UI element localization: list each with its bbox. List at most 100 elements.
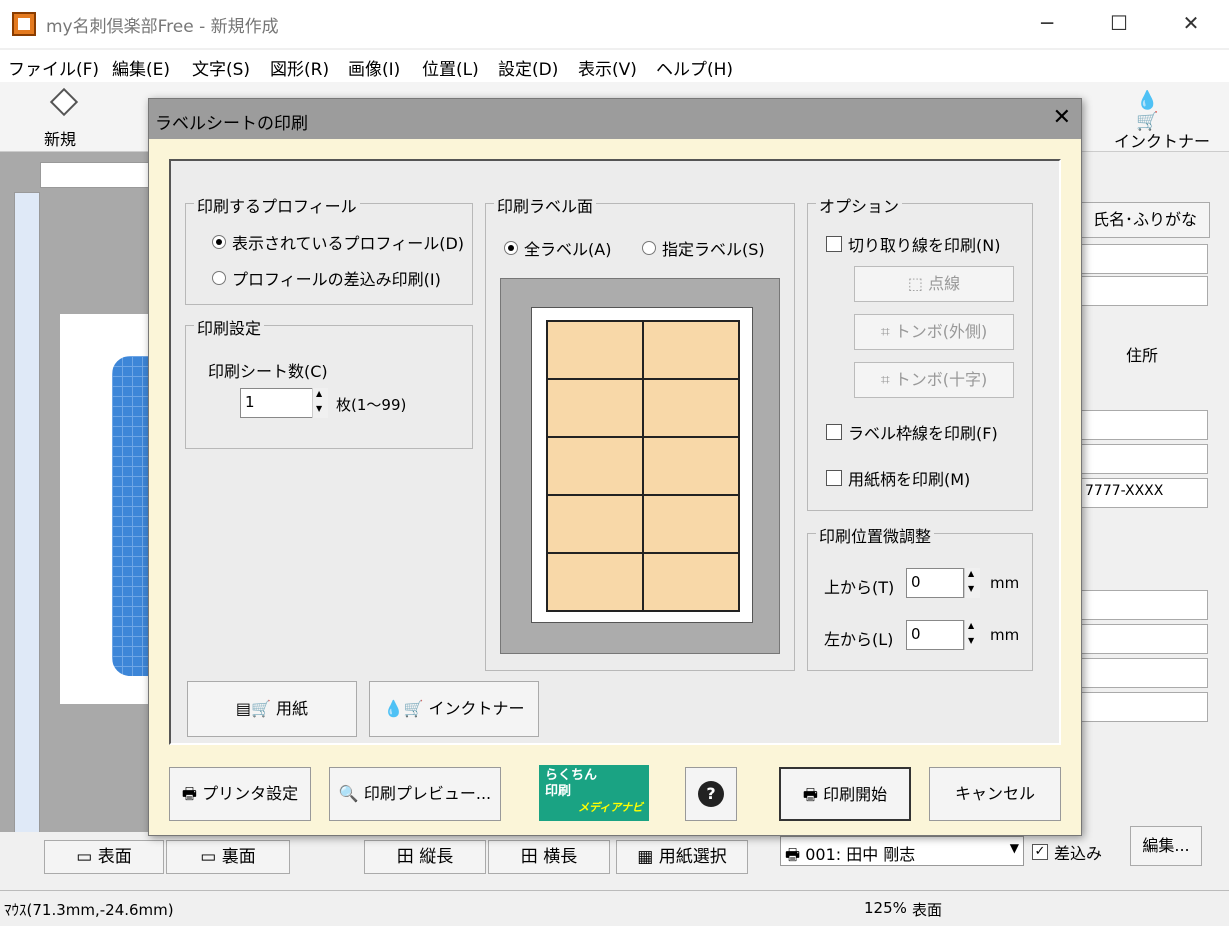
new-label: 新規 (44, 130, 77, 149)
paper-select-button[interactable]: ▦ 用紙選択 (616, 840, 748, 874)
label-border-checkbox[interactable]: ラベル枠線を印刷(F) (826, 420, 998, 444)
portrait-button[interactable]: 田 縦長 (364, 840, 486, 874)
landscape-button[interactable]: 田 横長 (488, 840, 610, 874)
address-field-1[interactable] (1080, 410, 1208, 440)
close-window-button[interactable]: ✕ (1156, 0, 1226, 46)
label-cell[interactable] (642, 552, 740, 612)
paper-button[interactable]: ▤🛒 用紙 (187, 681, 357, 737)
label-cell[interactable] (546, 552, 644, 612)
current-side: 表面 (912, 901, 943, 919)
furigana-field[interactable] (1080, 276, 1208, 306)
label-cell[interactable] (546, 320, 644, 380)
printer-setup-label: プリンタ設定 (202, 784, 299, 803)
menu-help[interactable]: ヘルプ(H) (656, 55, 733, 80)
from-top-label: 上から(T) (824, 578, 895, 597)
tombo-outer-button[interactable]: ⌗ トンボ(外側) (854, 314, 1014, 350)
paper-select-label: 用紙選択 (658, 847, 727, 867)
label-sheet-preview[interactable] (500, 278, 780, 654)
sheet-count-spinner[interactable] (312, 388, 328, 418)
vertical-ruler (14, 192, 40, 842)
ink-toner-button[interactable]: 💧🛒 インクトナー (369, 681, 539, 737)
contact-field-4[interactable] (1080, 692, 1208, 722)
profile-merge-radio[interactable]: プロフィールの差込み印刷(I) (212, 266, 441, 290)
menu-file[interactable]: ファイル(F) (8, 55, 99, 80)
label-cell[interactable] (546, 494, 644, 554)
cutline-checkbox[interactable]: 切り取り線を印刷(N) (826, 232, 1000, 256)
rakuchin-print-banner[interactable]: らくちん 印刷 メディアナビ (539, 765, 649, 821)
menu-view[interactable]: 表示(V) (578, 55, 637, 80)
name-field[interactable] (1080, 244, 1208, 274)
profile-group: 印刷するプロフィール 表示されているプロフィール(D) プロフィールの差込み印刷… (185, 193, 473, 305)
front-side-label: 表面 (97, 847, 132, 867)
ink-toner-toolbar-button[interactable]: 💧🛒 インクトナー (1112, 88, 1212, 151)
radio-unselected-icon (212, 271, 226, 285)
new-button[interactable]: 新規 (44, 87, 84, 149)
from-left-spinner[interactable] (964, 620, 980, 650)
back-side-icon: ▭ (200, 847, 222, 867)
front-side-tab[interactable]: ▭ 表面 (44, 840, 164, 874)
minimize-button[interactable]: ─ (1012, 0, 1082, 46)
address-header: 住所 (1126, 346, 1159, 365)
printer-icon: 🖶 (181, 784, 203, 803)
paper-pattern-label: 用紙柄を印刷(M) (848, 470, 971, 489)
profile-displayed-radio[interactable]: 表示されているプロフィール(D) (212, 230, 464, 254)
label-cell[interactable] (642, 436, 740, 496)
label-cell[interactable] (546, 378, 644, 438)
from-top-input[interactable]: 0 (906, 568, 964, 598)
menu-edit[interactable]: 編集(E) (112, 55, 170, 80)
contact-field-2[interactable] (1080, 624, 1208, 654)
paper-pattern-checkbox[interactable]: 用紙柄を印刷(M) (826, 466, 970, 490)
menu-text[interactable]: 文字(S) (192, 55, 250, 80)
label-cell[interactable] (546, 436, 644, 496)
edit-button[interactable]: 編集... (1130, 826, 1202, 866)
contact-field-3[interactable] (1080, 658, 1208, 688)
help-button[interactable]: ? (685, 767, 737, 821)
specified-labels-radio[interactable]: 指定ラベル(S) (642, 236, 765, 260)
menubar: ファイル(F) 編集(E) 文字(S) 図形(R) 画像(I) 位置(L) 設定… (0, 50, 1229, 82)
options-group: オプション 切り取り線を印刷(N) ⬚ 点線 ⌗ トンボ(外側) ⌗ トンボ(十… (807, 193, 1033, 511)
menu-settings[interactable]: 設定(D) (498, 55, 558, 80)
position-adjust-label: 印刷位置微調整 (816, 523, 935, 547)
profile-group-label: 印刷するプロフィール (194, 193, 360, 217)
merge-checkbox[interactable]: ✓ 差込み (1032, 840, 1102, 864)
from-left-label: 左から(L) (824, 630, 894, 649)
from-left-input[interactable]: 0 (906, 620, 964, 650)
help-icon: ? (698, 781, 724, 807)
dotted-line-label: 点線 (928, 274, 961, 293)
grid-icon: 田 (520, 847, 544, 867)
print-preview-label: 印刷プレビュー... (363, 784, 492, 803)
tombo-cross-button[interactable]: ⌗ トンボ(十字) (854, 362, 1014, 398)
label-cell[interactable] (642, 378, 740, 438)
all-labels-label: 全ラベル(A) (524, 240, 612, 259)
menu-shape[interactable]: 図形(R) (270, 55, 329, 80)
postal-field[interactable]: 7777-XXXX (1080, 478, 1208, 508)
back-side-tab[interactable]: ▭ 裏面 (166, 840, 290, 874)
banner-line1: らくちん (545, 768, 598, 783)
merge-label: 差込み (1054, 844, 1103, 863)
label-cell[interactable] (642, 494, 740, 554)
menu-image[interactable]: 画像(I) (348, 55, 400, 80)
paper-button-label: 用紙 (276, 699, 309, 718)
printer-setup-button[interactable]: 🖶 プリンタ設定 (169, 767, 311, 821)
print-preview-button[interactable]: 🔍 印刷プレビュー... (329, 767, 501, 821)
address-field-2[interactable] (1080, 444, 1208, 474)
tombo-cross-label: トンボ(十字) (894, 370, 988, 389)
dialog-close-icon[interactable]: ✕ (1053, 105, 1071, 130)
label-border-label: ラベル枠線を印刷(F) (848, 424, 998, 443)
profile-record-select[interactable]: 🖶 001: 田中 剛志 ▼ (780, 836, 1024, 866)
label-cell[interactable] (642, 320, 740, 380)
all-labels-radio[interactable]: 全ラベル(A) (504, 236, 611, 260)
from-top-spinner[interactable] (964, 568, 980, 598)
print-settings-label: 印刷設定 (194, 315, 265, 339)
menu-position[interactable]: 位置(L) (422, 55, 479, 80)
start-print-button[interactable]: 🖶 印刷開始 (779, 767, 911, 821)
maximize-button[interactable]: ☐ (1084, 0, 1154, 46)
horizontal-ruler (40, 162, 150, 188)
magnifier-icon: 🔍 (338, 784, 364, 803)
window-title: my名刺倶楽部Free - 新規作成 (46, 17, 279, 37)
cancel-button[interactable]: キャンセル (929, 767, 1061, 821)
contact-field-1[interactable] (1080, 590, 1208, 620)
sheet-count-label: 印刷シート数(C) (208, 362, 328, 381)
tombo-outer-label: トンボ(外側) (894, 322, 988, 341)
dotted-line-button[interactable]: ⬚ 点線 (854, 266, 1014, 302)
